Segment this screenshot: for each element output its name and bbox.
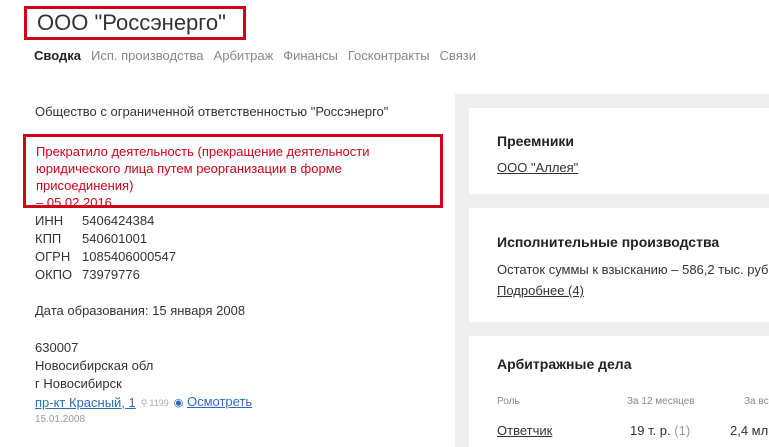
company-title-box: ООО "Россэнерго" [24,6,246,40]
code-value: 540601001 [82,231,148,246]
column-header-12-months: За 12 месяцев [627,396,695,407]
address-zip: 630007 [35,340,79,355]
enforcement-title: Исполнительные производства [497,234,720,250]
column-header-role: Роль [497,396,520,407]
search-icon: ⚲ [140,397,148,408]
code-label: ИНН [35,213,64,228]
code-row-inn: ИНН 5406424384 [35,212,176,230]
status-line: Прекратило деятельность (прекращение дея… [36,144,370,159]
founded-value: 15 января 2008 [152,303,246,318]
tab-gov-contracts[interactable]: Госконтракты [348,48,430,63]
address-date: 15.01.2008 [35,414,86,425]
amount-all-time: 2,4 мл [730,423,769,438]
amount-12-months: 19 т. р. (1) [630,423,690,438]
enforcement-card: Исполнительные производства Остаток сумм… [469,208,769,322]
address-links: пр-кт Красный, 1 ⚲ 1199 ◉ Осмотреть [35,393,252,412]
arbitration-title: Арбитражные дела [497,356,632,372]
code-label: ОКПО [35,267,73,282]
page-title: ООО "Россэнерго" [37,10,226,35]
code-row-okpo: ОКПО 73979776 [35,266,176,284]
code-value: 1085406000547 [82,249,176,264]
view-location-link[interactable]: Осмотреть [187,394,252,409]
code-label: КПП [35,231,62,246]
status-notice: Прекратило деятельность (прекращение дея… [23,134,443,210]
address-companies-count[interactable]: ⚲ 1199 [141,394,169,412]
tab-connections[interactable]: Связи [440,48,476,63]
street-link[interactable]: пр-кт Красный, 1 [35,394,136,412]
status-line: – 05.02.2016 [36,195,112,210]
company-full-name: Общество с ограниченной ответственностью… [35,104,389,119]
enforcement-balance: Остаток суммы к взысканию – 586,2 тыс. р… [497,262,769,277]
tab-arbitration[interactable]: Арбитраж [214,48,274,63]
nav-tabs: Сводка Исп. производства Арбитраж Финанс… [34,48,476,63]
registration-codes: ИНН 5406424384 КПП 540601001 ОГРН 108540… [35,212,176,284]
tab-summary[interactable]: Сводка [34,48,81,63]
map-pin-icon: ◉ [173,397,184,409]
tab-finance[interactable]: Финансы [283,48,338,63]
role-defendant-link[interactable]: Ответчик [497,423,552,438]
code-value: 5406424384 [82,213,155,228]
successor-link[interactable]: ООО "Аллея" [497,160,578,175]
founded-date: Дата образования: 15 января 2008 [35,303,245,318]
column-header-all-time: За вс [744,396,769,407]
amount-value: 19 т. р. [630,423,671,438]
case-count: (1) [674,423,691,438]
tab-enforcement[interactable]: Исп. производства [91,48,204,63]
address-block: 630007 Новосибирская обл г Новосибирск п… [35,339,252,412]
code-row-ogrn: ОГРН 1085406000547 [35,248,176,266]
successors-title: Преемники [497,133,575,149]
code-value: 73979776 [82,267,140,282]
address-region: Новосибирская обл [35,358,154,373]
view-location[interactable]: ◉ Осмотреть [174,393,252,412]
address-city: г Новосибирск [35,376,122,391]
successors-card: Преемники ООО "Аллея" [469,108,769,194]
code-label: ОГРН [35,249,71,264]
enforcement-details-link[interactable]: Подробнее (4) [497,283,584,298]
count-value: 1199 [149,397,169,408]
status-line: юридического лица путем реорганизации в … [36,161,342,193]
founded-label: Дата образования: [35,303,149,318]
code-row-kpp: КПП 540601001 [35,230,176,248]
